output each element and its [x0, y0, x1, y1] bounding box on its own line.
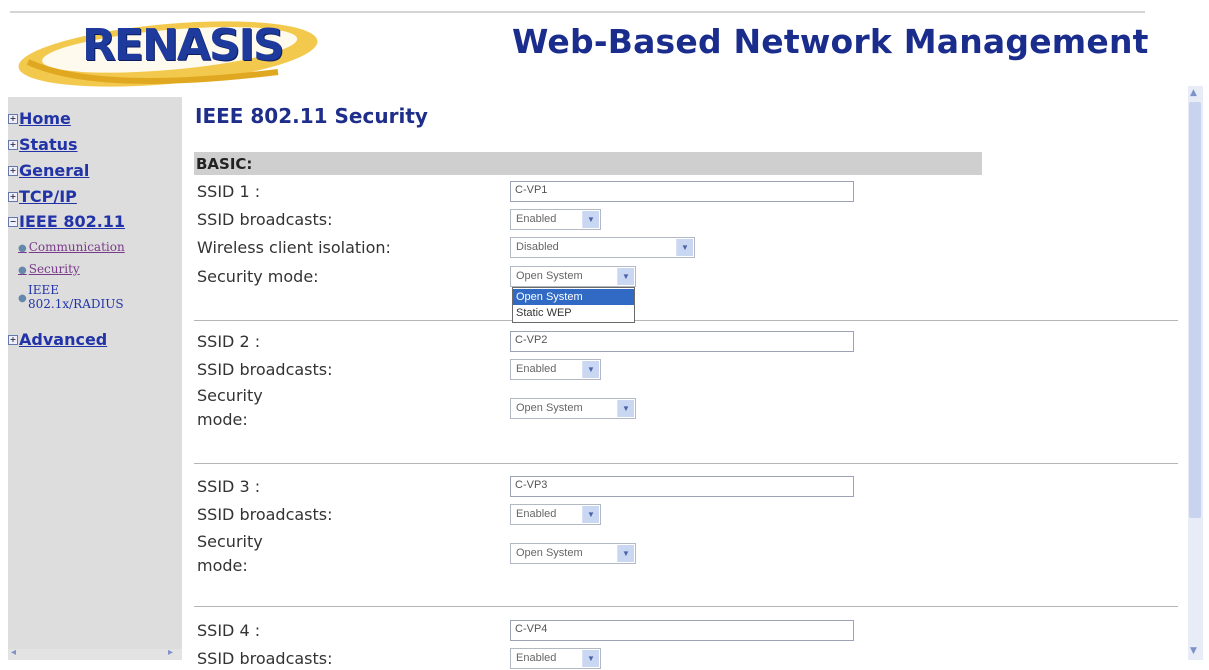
page-title: IEEE 802.11 Security — [195, 104, 428, 128]
bullet-icon: ● — [18, 293, 27, 304]
ssid2-input[interactable]: C-VP2 — [510, 331, 854, 352]
sidebar-item-ieee80211[interactable]: − IEEE 802.11 — [8, 212, 125, 231]
ssid1-input[interactable]: C-VP1 — [510, 181, 854, 202]
section-divider — [194, 606, 1178, 607]
select-value: Disabled — [516, 241, 559, 253]
sidebar-horizontal-scrollbar[interactable]: ◂ ▸ — [8, 647, 182, 660]
sidebar-item-label: TCP/IP — [19, 187, 77, 206]
dropdown-arrow-icon[interactable]: ▼ — [582, 650, 599, 667]
sidebar-item-advanced[interactable]: + Advanced — [8, 330, 107, 349]
section-divider — [194, 463, 1178, 464]
ssid2-broadcast-select[interactable]: Enabled ▼ — [510, 359, 601, 380]
ssid1-security-select[interactable]: Open System ▼ — [510, 266, 636, 287]
security-mode-dropdown-list[interactable]: Open System Static WEP — [512, 287, 635, 323]
dropdown-arrow-icon[interactable]: ▼ — [676, 239, 693, 256]
sidebar-item-tcpip[interactable]: + TCP/IP — [8, 187, 77, 206]
sidebar-subitem-label-line2: 802.1x/RADIUS — [28, 297, 124, 311]
select-value: Enabled — [516, 652, 557, 664]
scroll-right-arrow-icon[interactable]: ▸ — [168, 647, 173, 658]
logo-text: RENASIS — [82, 20, 285, 71]
section-header-bar: BASIC: — [194, 152, 982, 175]
ssid2-label: SSID 2 : — [197, 332, 261, 351]
sidebar-item-label: General — [19, 161, 90, 180]
section-header-label: BASIC: — [196, 155, 253, 173]
scrollbar-thumb[interactable] — [1189, 102, 1201, 518]
sidebar-subitem-label-line1: IEEE — [28, 283, 60, 297]
select-value: Open System — [516, 270, 583, 282]
scroll-down-arrow-icon[interactable]: ▼ — [1190, 646, 1197, 656]
ssid3-security-label-line2: mode: — [197, 556, 248, 575]
sidebar-subitem-label: Communication — [28, 240, 125, 254]
collapse-box-icon: − — [8, 217, 18, 227]
ssid4-broadcast-label: SSID broadcasts: — [197, 649, 333, 668]
header-title: Web-Based Network Management — [512, 22, 1149, 61]
ssid1-isolation-label: Wireless client isolation: — [197, 238, 391, 257]
scroll-up-arrow-icon[interactable]: ▲ — [1190, 88, 1197, 98]
ssid3-broadcast-select[interactable]: Enabled ▼ — [510, 504, 601, 525]
dropdown-arrow-icon[interactable]: ▼ — [617, 545, 634, 562]
sidebar-subitem-label: Security — [28, 262, 80, 276]
ssid3-input[interactable]: C-VP3 — [510, 476, 854, 497]
sidebar-subitem-communication[interactable]: ● Communication — [18, 240, 125, 254]
dropdown-option-open-system[interactable]: Open System — [513, 289, 634, 305]
dropdown-arrow-icon[interactable]: ▼ — [582, 361, 599, 378]
expand-box-icon: + — [8, 140, 18, 150]
sidebar-item-status[interactable]: + Status — [8, 135, 78, 154]
scroll-left-arrow-icon[interactable]: ◂ — [11, 647, 16, 658]
bullet-icon: ● — [18, 243, 27, 254]
dropdown-arrow-icon[interactable]: ▼ — [582, 211, 599, 228]
ssid3-security-label-line1: Security — [197, 532, 263, 551]
select-value: Enabled — [516, 508, 557, 520]
dropdown-arrow-icon[interactable]: ▼ — [617, 268, 634, 285]
ssid2-broadcast-label: SSID broadcasts: — [197, 360, 333, 379]
select-value: Open System — [516, 547, 583, 559]
renasis-logo: RENASIS — [18, 14, 340, 90]
sidebar-item-label: Home — [19, 109, 71, 128]
section-divider — [194, 320, 1178, 321]
select-value: Open System — [516, 402, 583, 414]
sidebar-item-home[interactable]: + Home — [8, 109, 71, 128]
sidebar-item-label: Advanced — [19, 330, 108, 349]
ssid1-broadcast-label: SSID broadcasts: — [197, 210, 333, 229]
ssid2-security-label-line1: Security — [197, 386, 263, 405]
ssid2-security-select[interactable]: Open System ▼ — [510, 398, 636, 419]
dropdown-arrow-icon[interactable]: ▼ — [582, 506, 599, 523]
ssid1-broadcast-select[interactable]: Enabled ▼ — [510, 209, 601, 230]
ssid3-label: SSID 3 : — [197, 477, 261, 496]
ssid1-label: SSID 1 : — [197, 182, 261, 201]
ssid1-isolation-select[interactable]: Disabled ▼ — [510, 237, 695, 258]
ssid4-label: SSID 4 : — [197, 621, 261, 640]
sidebar-item-general[interactable]: + General — [8, 161, 89, 180]
expand-box-icon: + — [8, 166, 18, 176]
bullet-icon: ● — [18, 265, 27, 276]
dropdown-arrow-icon[interactable]: ▼ — [617, 400, 634, 417]
expand-box-icon: + — [8, 192, 18, 202]
sidebar-item-label: IEEE 802.11 — [19, 212, 126, 231]
ssid1-security-label: Security mode: — [197, 267, 319, 286]
select-value: Enabled — [516, 363, 557, 375]
select-value: Enabled — [516, 213, 557, 225]
ssid4-input[interactable]: C-VP4 — [510, 620, 854, 641]
ssid3-security-select[interactable]: Open System ▼ — [510, 543, 636, 564]
ssid2-security-label-line2: mode: — [197, 410, 248, 429]
expand-box-icon: + — [8, 114, 18, 124]
dropdown-option-static-wep[interactable]: Static WEP — [513, 305, 634, 321]
sidebar-subitem-security[interactable]: ● Security — [18, 262, 80, 276]
sidebar-item-label: Status — [19, 135, 78, 154]
top-rule — [10, 11, 1145, 13]
ssid4-broadcast-select[interactable]: Enabled ▼ — [510, 648, 601, 669]
expand-box-icon: + — [8, 335, 18, 345]
ssid3-broadcast-label: SSID broadcasts: — [197, 505, 333, 524]
